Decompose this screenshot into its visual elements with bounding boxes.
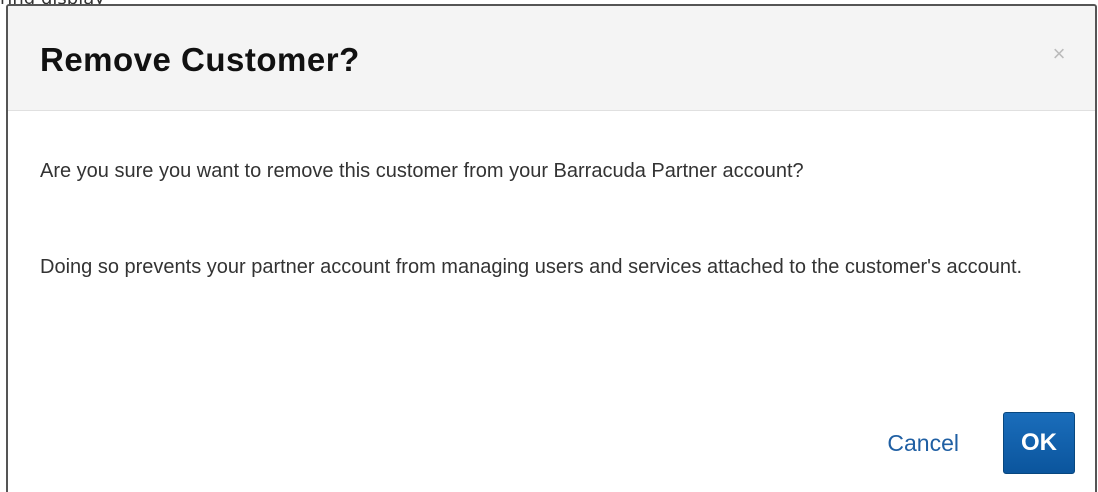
warning-message: Doing so prevents your partner account f… <box>40 256 1023 278</box>
dialog-header: Remove Customer? × <box>8 6 1095 111</box>
remove-customer-dialog: Remove Customer? × Are you sure you want… <box>6 4 1097 492</box>
dialog-body: Are you sure you want to remove this cus… <box>40 156 1060 282</box>
dialog-footer: Cancel OK <box>887 412 1075 474</box>
confirmation-message: Are you sure you want to remove this cus… <box>40 160 804 182</box>
ok-button[interactable]: OK <box>1003 412 1075 474</box>
dialog-title: Remove Customer? <box>40 41 360 78</box>
close-icon[interactable]: × <box>1045 40 1073 68</box>
cancel-button[interactable]: Cancel <box>887 430 959 457</box>
